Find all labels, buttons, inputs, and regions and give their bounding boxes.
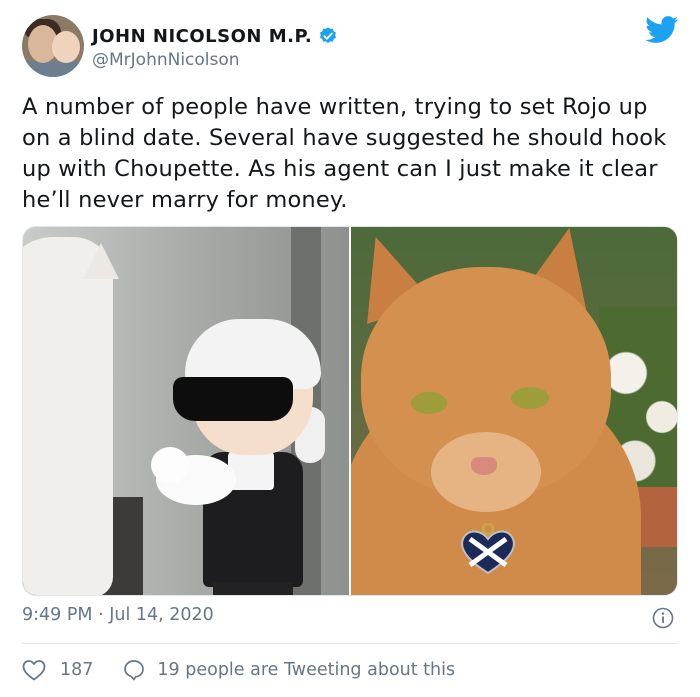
ginger-cat-nose	[471, 457, 497, 475]
photo-figurine-and-white-cat[interactable]	[23, 227, 349, 595]
figurine-mini-cat-head	[151, 447, 189, 483]
tweet-card: JOHN NICOLSON M.P. @MrJohnNicolson A num…	[0, 0, 700, 697]
author-name-row: JOHN NICOLSON M.P.	[92, 24, 338, 48]
conversation-button[interactable]: 19 people are Tweeting about this	[123, 659, 455, 681]
ginger-cat-head	[361, 267, 611, 512]
divider	[22, 643, 678, 644]
avatar[interactable]	[22, 15, 84, 77]
figurine-sunglasses	[173, 377, 293, 421]
white-cat	[23, 237, 113, 595]
figurine-base	[213, 582, 293, 595]
tweet-timestamp[interactable]: 9:49 PM · Jul 14, 2020	[22, 605, 214, 625]
ginger-cat-eye-right	[511, 387, 549, 409]
conversation-text: 19 people are Tweeting about this	[157, 660, 456, 680]
photo-ginger-cat[interactable]	[349, 227, 677, 595]
verified-badge-icon	[320, 27, 337, 44]
twitter-bird-icon[interactable]	[645, 16, 679, 44]
white-cat-ear	[83, 243, 119, 279]
author-handle[interactable]: @MrJohnNicolson	[92, 50, 240, 70]
tweet-actions: 187 19 people are Tweeting about this	[22, 656, 455, 684]
avatar-face-child	[52, 31, 80, 63]
ginger-cat-eye-left	[411, 392, 447, 414]
speech-bubble-icon	[124, 660, 145, 681]
author-display-name[interactable]: JOHN NICOLSON M.P.	[92, 26, 312, 47]
info-icon[interactable]	[652, 607, 674, 629]
saltire-heart-tag-icon	[461, 523, 515, 575]
like-button[interactable]: 187	[22, 659, 93, 681]
tweet-text: A number of people have written, trying …	[22, 94, 667, 213]
tweet-media[interactable]	[22, 226, 678, 596]
avatar-body	[22, 61, 84, 77]
like-count: 187	[60, 660, 94, 680]
heart-icon	[22, 660, 46, 681]
